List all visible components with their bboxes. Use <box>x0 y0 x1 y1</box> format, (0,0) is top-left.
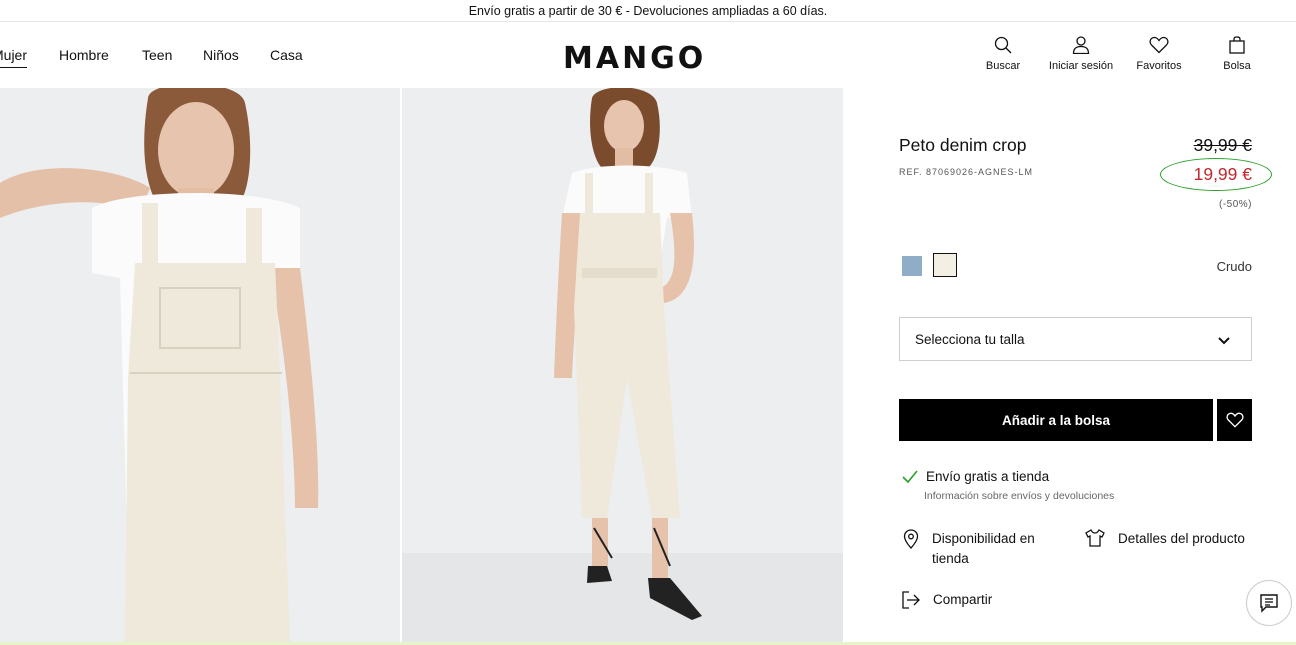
model-closeup-illustration <box>0 88 400 642</box>
free-shipping-title: Envío gratis a tienda <box>926 469 1050 484</box>
login-label: Iniciar sesión <box>1048 60 1114 72</box>
favorites-button[interactable]: Favoritos <box>1119 36 1199 72</box>
bag-button[interactable]: Bolsa <box>1197 36 1277 72</box>
share-link[interactable]: Compartir <box>902 591 992 612</box>
product-ref: REF. 87069026-AGNES-LM <box>899 167 1034 177</box>
product-image-full[interactable] <box>402 88 843 642</box>
heart-icon <box>1149 36 1169 54</box>
product-image-closeup[interactable] <box>0 88 400 642</box>
share-label: Compartir <box>933 592 993 607</box>
bag-icon <box>1229 36 1245 54</box>
search-icon <box>994 36 1012 54</box>
location-pin-icon <box>903 529 919 549</box>
size-select-placeholder: Selecciona tu talla <box>915 331 1025 347</box>
size-select[interactable]: Selecciona tu talla <box>899 317 1252 361</box>
checkmark-icon <box>902 469 918 483</box>
chevron-down-icon <box>1218 337 1230 345</box>
add-to-bag-button[interactable]: Añadir a la bolsa <box>899 399 1213 441</box>
share-icon <box>902 591 920 609</box>
login-button[interactable]: Iniciar sesión <box>1041 36 1121 72</box>
shipping-info-link[interactable]: Información sobre envíos y devoluciones <box>924 490 1114 502</box>
shipping-banner: Envío gratis a partir de 30 € - Devoluci… <box>0 0 1296 22</box>
product-details-label: Detalles del producto <box>1118 531 1245 546</box>
banner-text: Envío gratis a partir de 30 € - Devoluci… <box>468 3 828 18</box>
discount-badge: (-50%) <box>1218 199 1252 210</box>
product-title: Peto denim crop <box>899 135 1027 155</box>
store-availability-link[interactable]: Disponibilidad en tienda <box>903 529 1035 566</box>
bag-label: Bolsa <box>1223 60 1251 72</box>
heart-outline-icon <box>1225 412 1244 428</box>
search-label: Buscar <box>985 60 1021 72</box>
color-swatch-cream[interactable] <box>933 253 957 277</box>
search-button[interactable]: Buscar <box>963 36 1043 72</box>
favorites-label: Favoritos <box>1136 60 1182 72</box>
original-price: 39,99 € <box>1193 135 1252 155</box>
user-icon <box>1072 36 1090 54</box>
sale-price: 19,99 € <box>1193 164 1252 184</box>
add-to-favorites-button[interactable] <box>1217 399 1252 441</box>
tshirt-icon <box>1085 529 1105 547</box>
chat-icon <box>1260 594 1278 613</box>
color-swatch-blue[interactable] <box>902 256 922 276</box>
model-full-illustration <box>402 88 843 642</box>
selected-color-name: Crudo <box>1216 259 1252 274</box>
header-tools: Buscar Iniciar sesión Favoritos Bolsa <box>0 23 1296 88</box>
add-to-bag-label: Añadir a la bolsa <box>1001 412 1111 428</box>
store-availability-label: Disponibilidad en tienda <box>932 531 1035 566</box>
chat-button[interactable] <box>1246 580 1292 626</box>
free-shipping-info: Envío gratis a tienda <box>902 469 1049 484</box>
site-header: Mujer Hombre Teen Niños Casa MANGO Busca… <box>0 23 1296 88</box>
product-details-link[interactable]: Detalles del producto <box>1085 529 1245 550</box>
